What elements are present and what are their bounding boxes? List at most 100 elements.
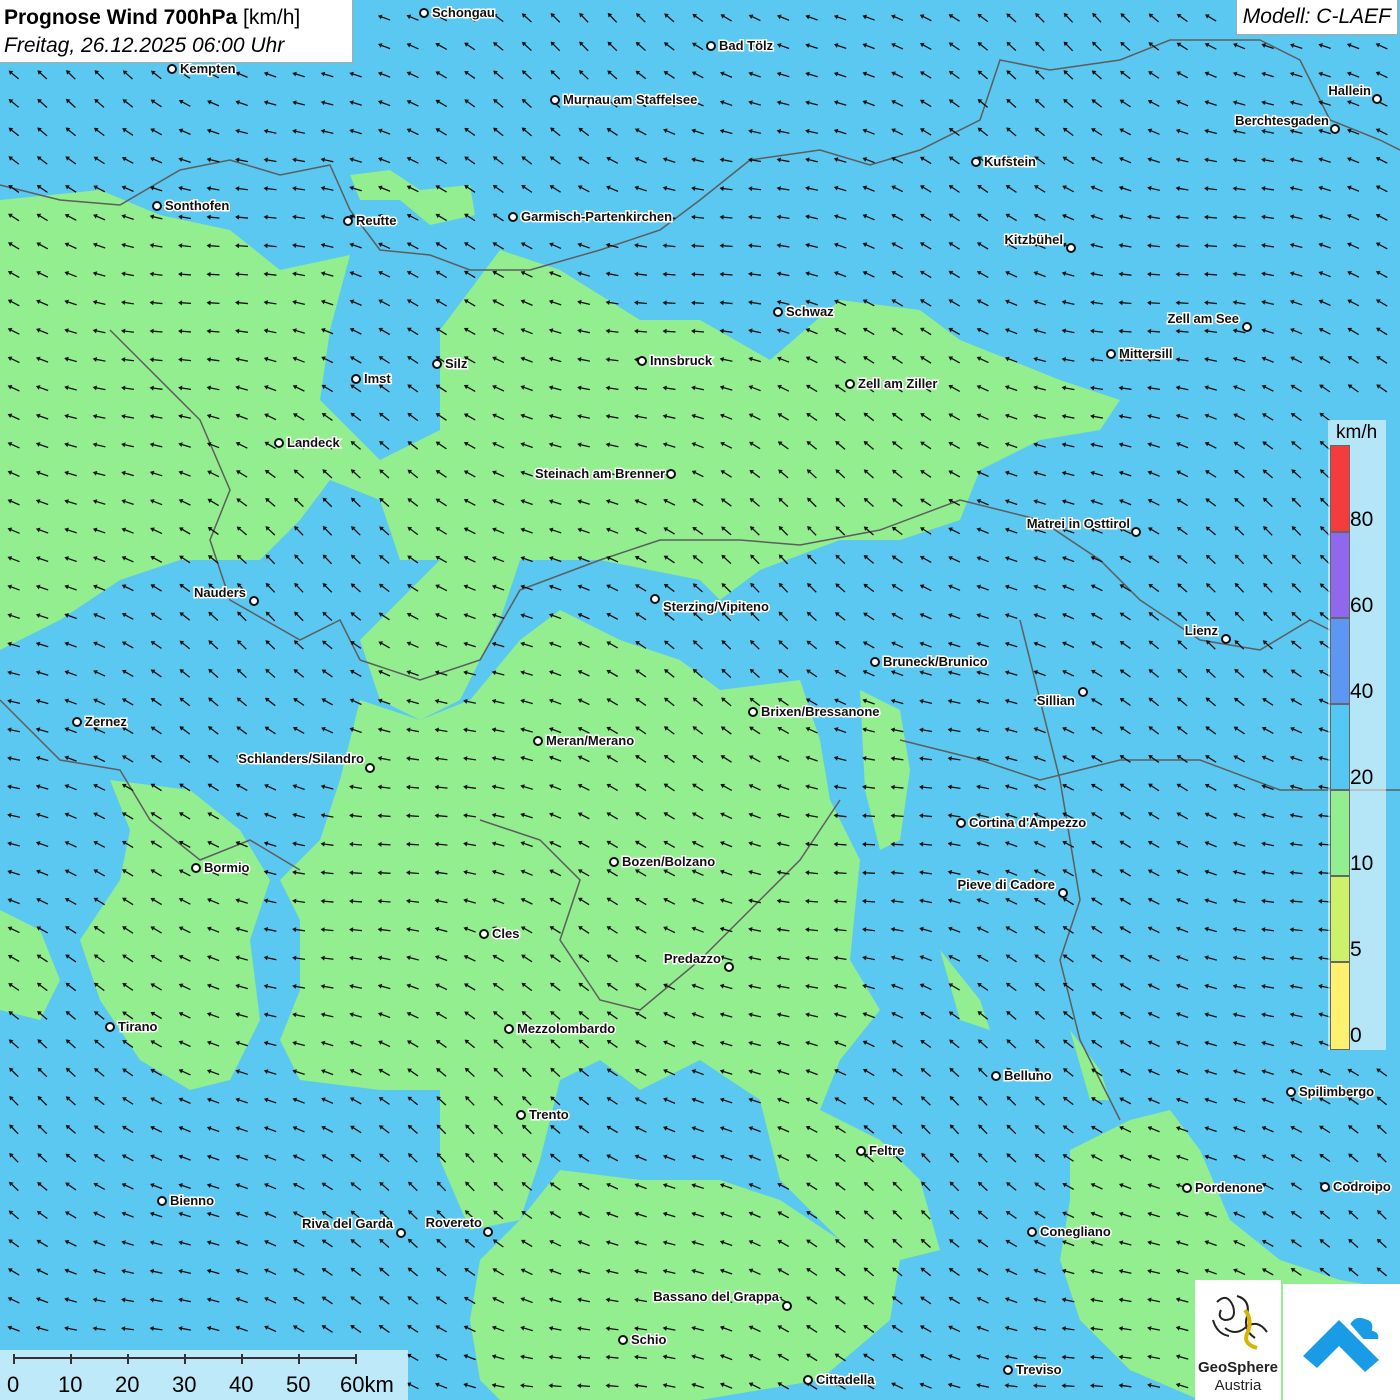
svg-text:Nauders: Nauders bbox=[194, 585, 246, 600]
svg-text:Belluno: Belluno bbox=[1004, 1068, 1052, 1083]
legend-tick-0: 0 bbox=[1350, 1024, 1362, 1047]
svg-text:Bad Tölz: Bad Tölz bbox=[719, 38, 774, 53]
svg-text:Rovereto: Rovereto bbox=[426, 1215, 482, 1230]
geosphere-austria-logo: GeoSphere Austria bbox=[1195, 1280, 1281, 1400]
city-brixen: Brixen/Bressanone bbox=[748, 703, 881, 721]
legend-swatch-5 bbox=[1330, 876, 1350, 962]
svg-text:Kufstein: Kufstein bbox=[984, 154, 1036, 169]
legend-swatch-80 bbox=[1330, 445, 1350, 532]
geosphere-logo-line2: Austria bbox=[1215, 1377, 1262, 1394]
legend-swatch-20 bbox=[1330, 704, 1350, 790]
svg-text:Bienno: Bienno bbox=[170, 1193, 214, 1208]
svg-text:Treviso: Treviso bbox=[1016, 1362, 1062, 1377]
city-murnau: Murnau am Staffelsee bbox=[550, 91, 699, 109]
city-schongau: Schongau bbox=[419, 4, 496, 22]
svg-text:Kempten: Kempten bbox=[180, 61, 236, 76]
svg-text:Bruneck/Brunico: Bruneck/Brunico bbox=[883, 654, 988, 669]
legend-tick-40: 40 bbox=[1350, 680, 1374, 703]
map-title: Prognose Wind 700hPa [km/h] bbox=[4, 6, 300, 30]
svg-text:Sillian: Sillian bbox=[1037, 693, 1075, 708]
svg-text:Codroipo: Codroipo bbox=[1333, 1179, 1391, 1194]
scale-label-60km: 60km bbox=[340, 1372, 394, 1397]
svg-text:Bozen/Bolzano: Bozen/Bolzano bbox=[622, 854, 715, 869]
city-sonthofen: Sonthofen bbox=[152, 197, 231, 215]
city-meran: Meran/Merano bbox=[533, 732, 636, 750]
city-bruneck: Bruneck/Brunico bbox=[870, 653, 989, 671]
svg-text:Hallein: Hallein bbox=[1328, 83, 1371, 98]
svg-text:Imst: Imst bbox=[364, 371, 391, 386]
weather-app-logo bbox=[1283, 1284, 1400, 1400]
svg-text:Pordenone: Pordenone bbox=[1195, 1180, 1263, 1195]
geosphere-logo-line1: GeoSphere bbox=[1198, 1359, 1278, 1376]
svg-text:Innsbruck: Innsbruck bbox=[650, 353, 713, 368]
scale-label-50: 50 bbox=[286, 1372, 311, 1397]
svg-text:Cortina d'Ampezzo: Cortina d'Ampezzo bbox=[969, 815, 1086, 830]
svg-text:Feltre: Feltre bbox=[869, 1143, 904, 1158]
svg-text:Lienz: Lienz bbox=[1185, 623, 1219, 638]
svg-text:Mittersill: Mittersill bbox=[1119, 346, 1172, 361]
svg-text:Murnau am Staffelsee: Murnau am Staffelsee bbox=[563, 92, 697, 107]
svg-text:Meran/Merano: Meran/Merano bbox=[546, 733, 634, 748]
legend-tick-20: 20 bbox=[1350, 766, 1374, 789]
svg-text:Bassano del Grappa: Bassano del Grappa bbox=[653, 1289, 779, 1304]
wind-map: Schongau Bad Tölz Kempten Murnau am Staf… bbox=[0, 0, 1400, 1400]
svg-text:Landeck: Landeck bbox=[287, 435, 341, 450]
svg-text:Schwaz: Schwaz bbox=[786, 304, 834, 319]
map-title-main: Prognose Wind 700hPa bbox=[4, 6, 238, 29]
svg-text:Sonthofen: Sonthofen bbox=[165, 198, 229, 213]
svg-text:Kitzbühel: Kitzbühel bbox=[1005, 232, 1064, 247]
svg-text:Schongau: Schongau bbox=[432, 5, 495, 20]
scale-label-40: 40 bbox=[229, 1372, 254, 1397]
city-bozen: Bozen/Bolzano bbox=[609, 853, 717, 871]
svg-text:Predazzo: Predazzo bbox=[664, 951, 721, 966]
svg-text:Garmisch-Partenkirchen: Garmisch-Partenkirchen bbox=[521, 209, 672, 224]
svg-text:Pieve di Cadore: Pieve di Cadore bbox=[957, 877, 1055, 892]
svg-text:Conegliano: Conegliano bbox=[1040, 1224, 1111, 1239]
legend-tick-80: 80 bbox=[1350, 508, 1374, 531]
svg-text:Trento: Trento bbox=[529, 1107, 569, 1122]
svg-text:Silz: Silz bbox=[445, 356, 468, 371]
svg-text:Riva del Garda: Riva del Garda bbox=[302, 1216, 394, 1231]
legend-tick-10: 10 bbox=[1350, 852, 1374, 875]
svg-text:Spilimbergo: Spilimbergo bbox=[1299, 1084, 1374, 1099]
legend-swatch-40 bbox=[1330, 618, 1350, 704]
color-legend: km/h 80 60 40 20 10 5 0 bbox=[1328, 420, 1386, 1050]
city-pordenone: Pordenone bbox=[1182, 1179, 1264, 1197]
svg-text:Schlanders/Silandro: Schlanders/Silandro bbox=[238, 751, 364, 766]
svg-text:Schio: Schio bbox=[631, 1332, 666, 1347]
legend-tick-5: 5 bbox=[1350, 938, 1362, 961]
legend-swatch-60 bbox=[1330, 532, 1350, 618]
city-garmisch: Garmisch-Partenkirchen bbox=[508, 208, 674, 226]
svg-text:Mezzolombardo: Mezzolombardo bbox=[517, 1021, 615, 1036]
svg-text:Sterzing/Vipiteno: Sterzing/Vipiteno bbox=[663, 599, 769, 614]
scale-label-0: 0 bbox=[7, 1372, 20, 1397]
svg-text:Reutte: Reutte bbox=[356, 213, 396, 228]
svg-text:Brixen/Bressanone: Brixen/Bressanone bbox=[761, 704, 880, 719]
svg-text:Zell am Ziller: Zell am Ziller bbox=[858, 376, 937, 391]
svg-text:Zell am See: Zell am See bbox=[1167, 311, 1239, 326]
mountain-cloud-icon bbox=[1303, 1315, 1381, 1372]
legend-unit: km/h bbox=[1336, 422, 1378, 443]
legend-swatch-10 bbox=[1330, 790, 1350, 876]
city-cortina: Cortina d'Ampezzo bbox=[956, 814, 1088, 832]
geosphere-logo-icon: GeoSphere Austria bbox=[1198, 1295, 1278, 1394]
city-innsbruck: Innsbruck bbox=[637, 352, 714, 370]
scale-label-10: 10 bbox=[58, 1372, 83, 1397]
map-datetime: Freitag, 26.12.2025 06:00 Uhr bbox=[4, 34, 285, 57]
svg-text:Tirano: Tirano bbox=[118, 1019, 158, 1034]
scale-bar: 0 10 20 30 40 50 60km bbox=[0, 1350, 408, 1400]
svg-text:Bormio: Bormio bbox=[204, 860, 250, 875]
city-zell-am-ziller: Zell am Ziller bbox=[845, 375, 939, 393]
map-title-unit: [km/h] bbox=[243, 6, 301, 29]
legend-swatch-0 bbox=[1330, 962, 1350, 1050]
svg-text:Zernez: Zernez bbox=[85, 714, 127, 729]
city-mezzolombardo: Mezzolombardo bbox=[504, 1020, 617, 1038]
scale-label-20: 20 bbox=[115, 1372, 140, 1397]
city-spilimbergo: Spilimbergo bbox=[1286, 1083, 1376, 1101]
svg-text:Cles: Cles bbox=[492, 926, 519, 941]
svg-text:Cittadella: Cittadella bbox=[816, 1372, 875, 1387]
city-conegliano: Conegliano bbox=[1027, 1223, 1112, 1241]
map-title-box: Prognose Wind 700hPa [km/h] Freitag, 26.… bbox=[0, 0, 353, 63]
model-label: Modell: C-LAEF bbox=[1235, 0, 1398, 35]
svg-text:Berchtesgaden: Berchtesgaden bbox=[1235, 113, 1329, 128]
